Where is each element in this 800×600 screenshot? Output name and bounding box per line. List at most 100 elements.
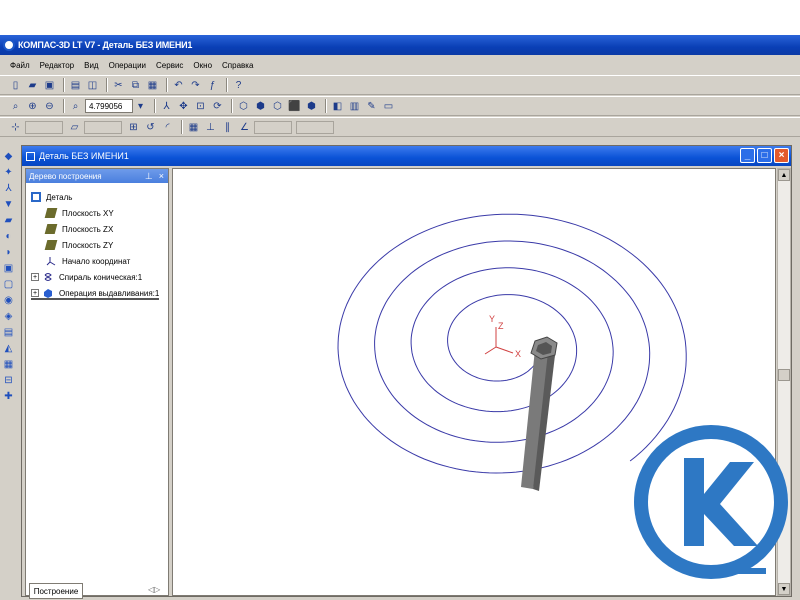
document-title: Деталь БЕЗ ИМЕНИ1 <box>39 151 129 161</box>
expand-icon[interactable]: + <box>31 273 39 281</box>
shaded-edges-icon[interactable]: ⬢ <box>304 99 319 114</box>
standard-toolbar: ▯ ▰ ▣ ▤ ◫ ✂ ⧉ ▦ ↶ ↷ ƒ ? <box>0 75 800 95</box>
tree-tab-scroll-icon[interactable]: ◁▷ <box>148 585 160 594</box>
tree-item-plane-zx[interactable]: Плоскость ZX <box>44 224 114 234</box>
scroll-up-icon[interactable]: ▲ <box>778 169 790 181</box>
dim-field <box>25 120 63 134</box>
extrude-icon <box>44 289 52 298</box>
array-tool-icon[interactable]: ▦ <box>2 358 15 371</box>
left-tools-strip: ◆ ✦ ⅄ ▼ ▰ ◐ ◗ ▣ ▢ ◉ ◈ ▤ ◭ ▦ ⊟ ✚ <box>2 147 17 437</box>
zoom-value-field[interactable]: 4.799056 <box>85 99 133 113</box>
menu-operations[interactable]: Операции <box>109 61 146 70</box>
library-tool-icon[interactable]: ✚ <box>2 390 15 403</box>
print-icon[interactable]: ▤ <box>68 78 83 93</box>
rotate-icon[interactable]: ⟳ <box>210 99 225 114</box>
zoom-window-icon[interactable]: ⌕ <box>8 99 23 114</box>
thin-lines-icon[interactable]: ⬡ <box>270 99 285 114</box>
fit-icon[interactable]: ⊡ <box>193 99 208 114</box>
context-help-icon[interactable]: ? <box>231 78 246 93</box>
tree-item-spiral[interactable]: + Спираль коническая:1 <box>31 272 142 282</box>
tree-item-label: Плоскость ZX <box>62 224 114 234</box>
hidden-lines-icon[interactable]: ⬢ <box>253 99 268 114</box>
undo-icon[interactable]: ↶ <box>171 78 186 93</box>
snap-icon: ⊹ <box>11 121 20 133</box>
parallel-icon: ∥ <box>225 121 230 133</box>
dim-field <box>254 120 292 134</box>
app-title: КОМПАС-3D LT V7 - Деталь БЕЗ ИМЕНИ1 <box>18 40 193 50</box>
new-file-icon[interactable]: ▯ <box>8 78 23 93</box>
kompas-logo-icon <box>3 39 15 51</box>
chamfer-tool-icon[interactable]: ◈ <box>2 310 15 323</box>
document-icon <box>26 151 35 161</box>
axis-z-label: Z <box>498 321 504 331</box>
point-tool-icon[interactable]: ✦ <box>2 166 15 179</box>
open-file-icon[interactable]: ▰ <box>25 78 40 93</box>
zoom-in-icon[interactable]: ⊕ <box>25 99 40 114</box>
measure-tool-icon[interactable]: ⊟ <box>2 374 15 387</box>
tree-item-extrude[interactable]: + Операция выдавливания:1 <box>31 288 160 300</box>
minimize-icon[interactable]: _ <box>740 148 755 163</box>
tree-root[interactable]: Деталь <box>30 191 72 203</box>
mirror-tool-icon[interactable]: ◭ <box>2 342 15 355</box>
tab-build[interactable]: Построение <box>29 583 83 599</box>
display-settings-icon[interactable]: ▭ <box>381 99 396 114</box>
orientation-icon[interactable]: ⅄ <box>159 99 174 114</box>
shaded-icon[interactable]: ⬛ <box>287 99 302 114</box>
expand-icon[interactable]: + <box>31 289 39 297</box>
plane-icon <box>44 208 58 218</box>
loft-tool-icon[interactable]: ◗ <box>2 246 15 259</box>
menu-file[interactable]: Файл <box>10 61 30 70</box>
menu-edit[interactable]: Редактор <box>40 61 74 70</box>
document-titlebar: Деталь БЕЗ ИМЕНИ1 _ □ × <box>22 146 791 166</box>
tree-item-plane-zy[interactable]: Плоскость ZY <box>44 240 113 250</box>
detail-tool-icon[interactable]: ◆ <box>2 150 15 163</box>
sketch-icon[interactable]: ✎ <box>364 99 379 114</box>
cut-icon[interactable]: ✂ <box>111 78 126 93</box>
print-preview-icon[interactable]: ◫ <box>85 78 100 93</box>
toolbar-separator <box>226 78 227 92</box>
maximize-icon[interactable]: □ <box>757 148 772 163</box>
grid-icon: ▦ <box>188 121 199 133</box>
pan-icon[interactable]: ✥ <box>176 99 191 114</box>
save-icon[interactable]: ▣ <box>42 78 57 93</box>
angle-icon: ∠ <box>240 121 249 133</box>
zoom-out-icon[interactable]: ⊖ <box>42 99 57 114</box>
close-icon[interactable]: × <box>774 148 789 163</box>
redo-icon[interactable]: ↷ <box>188 78 203 93</box>
plane-icon <box>44 240 58 250</box>
perspective-icon[interactable]: ◧ <box>330 99 345 114</box>
tree-close-icon[interactable]: × <box>159 171 164 182</box>
tree-item-label: Операция выдавливания:1 <box>59 288 160 298</box>
menu-window[interactable]: Окно <box>193 61 212 70</box>
properties-icon[interactable]: ▥ <box>347 99 362 114</box>
pin-icon[interactable]: ⊥ <box>145 171 153 182</box>
copy-icon[interactable]: ⧉ <box>128 78 143 93</box>
rib-tool-icon[interactable]: ▤ <box>2 326 15 339</box>
function-icon[interactable]: ƒ <box>205 78 220 93</box>
shell-tool-icon[interactable]: ▢ <box>2 278 15 291</box>
filter-tool-icon[interactable]: ▼ <box>2 198 15 211</box>
curve-icon: ↺ <box>146 121 155 133</box>
paste-icon[interactable]: ▦ <box>145 78 160 93</box>
toolbar-separator <box>181 120 182 134</box>
coordinate-axes: Y Z X <box>484 314 521 359</box>
dim-field <box>296 120 334 134</box>
zoom-dropdown-icon[interactable]: ▾ <box>133 99 148 114</box>
axis-x-label: X <box>515 349 521 359</box>
tree-item-origin[interactable]: Начало координат <box>46 256 130 266</box>
round-tool-icon[interactable]: ◉ <box>2 294 15 307</box>
extrude-tool-icon[interactable]: ▰ <box>2 214 15 227</box>
menu-service[interactable]: Сервис <box>156 61 183 70</box>
scroll-thumb[interactable] <box>778 369 790 381</box>
axes-icon <box>46 257 56 266</box>
tree-item-plane-xy[interactable]: Плоскость XY <box>44 208 114 218</box>
cut-tool-icon[interactable]: ▣ <box>2 262 15 275</box>
rotate-tool-icon[interactable]: ◐ <box>2 230 15 243</box>
axis-tool-icon[interactable]: ⅄ <box>2 182 15 195</box>
zoom-all-icon[interactable]: ⌕ <box>68 99 83 114</box>
menu-view[interactable]: Вид <box>84 61 98 70</box>
menu-help[interactable]: Справка <box>222 61 253 70</box>
toolbar-separator <box>325 99 326 113</box>
wireframe-icon[interactable]: ⬡ <box>236 99 251 114</box>
tree-root-label: Деталь <box>46 192 73 202</box>
